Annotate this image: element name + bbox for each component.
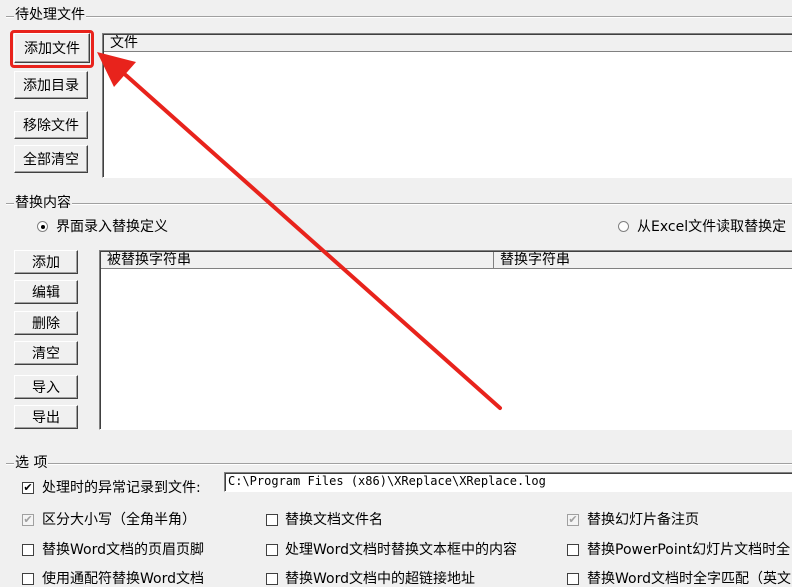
pointer-arrow-annotation bbox=[97, 52, 502, 410]
